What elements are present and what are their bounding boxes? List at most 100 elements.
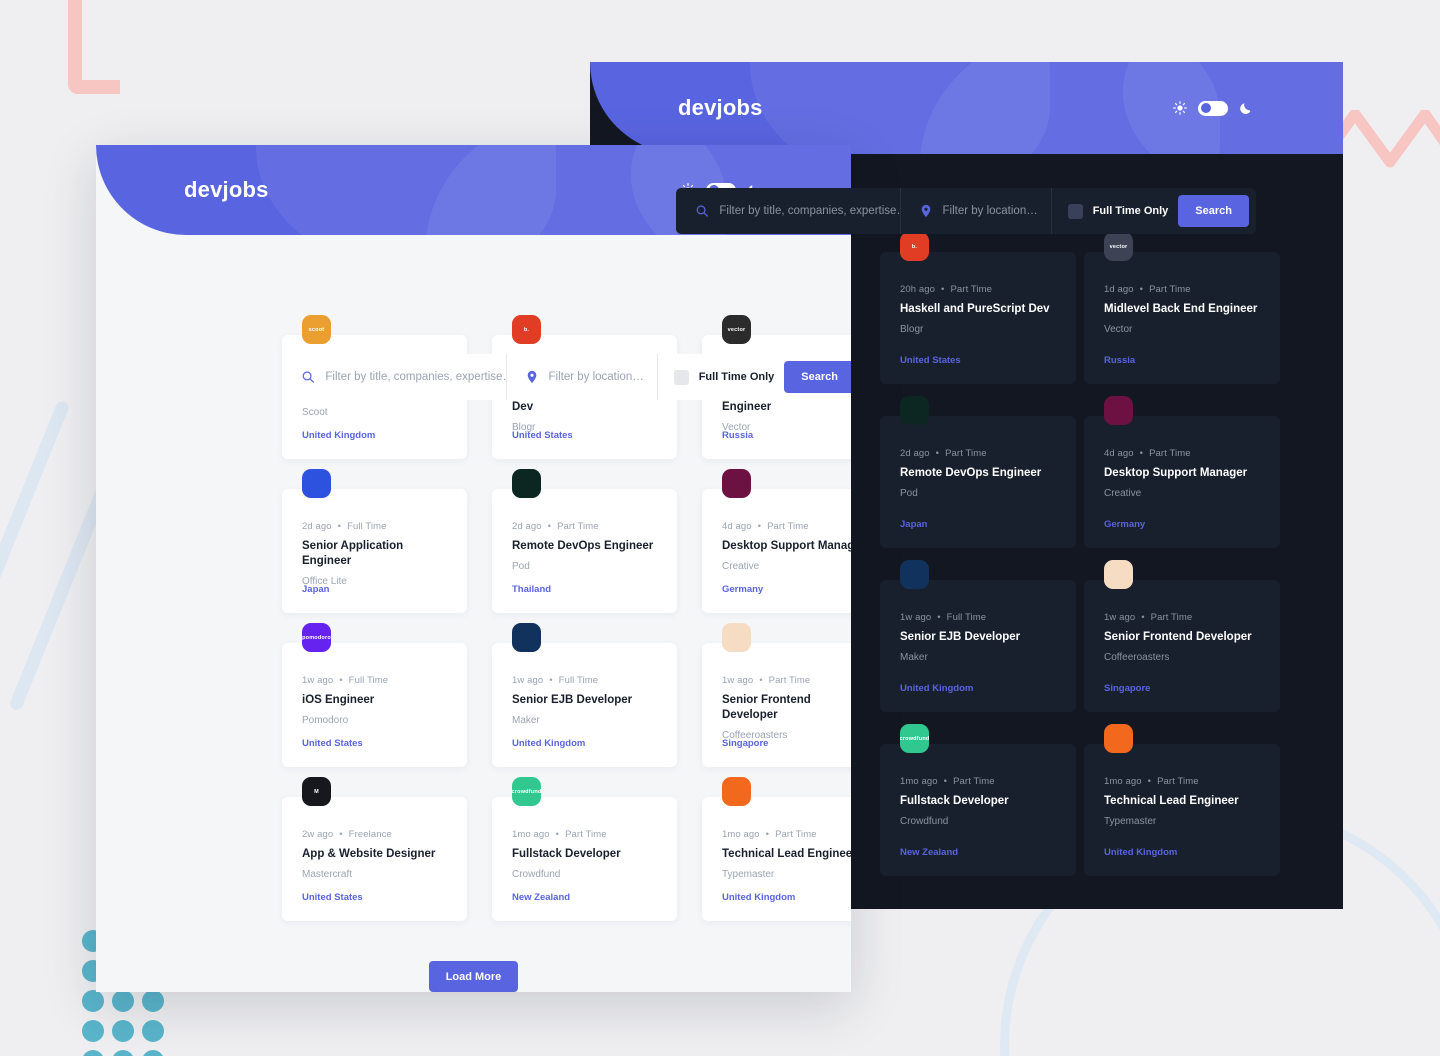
app-logo[interactable]: devjobs (184, 177, 269, 203)
job-card[interactable]: 2d ago • Full Time Senior Application Engin… (282, 469, 467, 613)
job-title[interactable]: Senior Frontend Developer (722, 693, 851, 723)
job-company: Coffeeroasters (1104, 651, 1170, 663)
company-logo-icon: scoot (302, 315, 331, 344)
fulltime-label: Full Time Only (698, 371, 775, 383)
job-meta: 1mo ago • Part Time (512, 829, 657, 840)
job-title[interactable]: Technical Lead Engineer (722, 847, 851, 862)
job-meta: 20h ago • Part Time (900, 284, 1056, 295)
job-type: Part Time (945, 448, 987, 459)
job-type: Full Time (946, 612, 987, 623)
job-title[interactable]: Desktop Support Manager (722, 539, 851, 554)
job-meta-separator: • (339, 675, 343, 686)
company-logo-icon (722, 469, 751, 498)
job-company: Creative (722, 560, 760, 572)
job-title[interactable]: Senior EJB Developer (512, 693, 657, 708)
job-meta: 2w ago • Freelance (302, 829, 447, 840)
job-meta-separator: • (937, 612, 941, 623)
job-type: Part Time (1149, 284, 1191, 295)
job-title[interactable]: Midlevel Back End Engineer (1104, 302, 1260, 317)
job-meta-separator: • (1139, 448, 1144, 459)
job-card[interactable]: 1mo ago • Part Time Technical Lead Engineer… (702, 777, 851, 921)
job-type: Part Time (1149, 448, 1191, 459)
job-meta-separator: • (1141, 612, 1145, 623)
load-more-button[interactable]: Load More (428, 961, 519, 992)
theme-toggle-group[interactable] (1173, 100, 1253, 116)
job-location: Singapore (1104, 683, 1151, 694)
job-card[interactable]: crowdfund 1mo ago • Part Time Fullstack Deve… (492, 777, 677, 921)
job-card[interactable]: 2d ago • Part Time Remote DevOps Engineer Po… (492, 469, 677, 613)
search-location-input[interactable] (548, 371, 657, 383)
search-title-segment[interactable] (676, 188, 902, 234)
job-meta: 1w ago • Full Time (900, 612, 1056, 623)
job-meta: 2d ago • Part Time (900, 448, 1056, 459)
job-card[interactable]: pomodoro 1w ago • Full Time iOS Engineer Pomo… (282, 623, 467, 767)
job-title[interactable]: Remote DevOps Engineer (900, 466, 1056, 481)
job-title[interactable]: Desktop Support Manager (1104, 466, 1260, 481)
job-meta-separator: • (941, 284, 945, 295)
company-logo-icon (722, 623, 751, 652)
job-card[interactable]: vector 1d ago • Part Time Midlevel Back End … (1084, 232, 1280, 384)
job-posted: 1mo ago (512, 829, 550, 840)
job-title[interactable]: Senior EJB Developer (900, 630, 1056, 645)
job-meta: 1w ago • Full Time (302, 675, 447, 686)
job-card[interactable]: 1mo ago • Part Time Technical Lead Engineer… (1084, 724, 1280, 876)
theme-toggle-switch[interactable] (1198, 100, 1228, 116)
job-company: Creative (1104, 487, 1142, 499)
job-meta-separator: • (765, 829, 770, 840)
job-location: United Kingdom (512, 738, 586, 749)
job-meta: 2d ago • Part Time (512, 521, 657, 532)
job-title[interactable]: Technical Lead Engineer (1104, 794, 1260, 809)
job-card[interactable]: crowdfund 1mo ago • Part Time Fullstack Deve… (880, 724, 1076, 876)
job-card[interactable]: 1w ago • Part Time Senior Frontend Develope… (702, 623, 851, 767)
light-search-bar: Full Time Only Search (282, 354, 851, 400)
job-card[interactable]: b. 20h ago • Part Time Haskell and PureScrip… (880, 232, 1076, 384)
fulltime-checkbox[interactable] (673, 369, 689, 385)
job-title[interactable]: iOS Engineer (302, 693, 447, 708)
job-type: Full Time (348, 675, 389, 686)
light-job-grid: scoot5h ago•Full TimeSenior Software Eng… (96, 235, 851, 921)
job-type: Part Time (557, 521, 599, 532)
job-location: United States (900, 355, 961, 366)
job-company: Blogr (900, 323, 924, 335)
job-title[interactable]: Haskell and PureScript Dev (900, 302, 1056, 317)
search-location-input[interactable] (942, 205, 1051, 217)
job-posted: 2d ago (512, 521, 542, 532)
search-button[interactable]: Search (784, 361, 851, 393)
job-company: Pod (512, 560, 530, 572)
job-card[interactable]: 1w ago • Part Time Senior Frontend Develope… (1084, 560, 1280, 712)
job-title[interactable]: Remote DevOps Engineer (512, 539, 657, 554)
job-title[interactable]: App & Website Designer (302, 847, 447, 862)
job-title[interactable]: Fullstack Developer (512, 847, 657, 862)
fulltime-label: Full Time Only (1092, 205, 1169, 217)
light-theme-panel: devjobs Filter by title, companies, expe… (96, 145, 851, 992)
job-card[interactable]: 1w ago • Full Time Senior EJB Developer Make… (880, 560, 1076, 712)
search-title-input[interactable] (325, 371, 507, 383)
job-card[interactable]: M 2w ago • Freelance App & Website Designer M… (282, 777, 467, 921)
company-logo-icon: vector (1104, 232, 1133, 261)
job-card[interactable]: 1w ago • Full Time Senior EJB Developer Make… (492, 623, 677, 767)
job-meta-separator: • (1147, 776, 1152, 787)
job-location: Germany (1104, 519, 1146, 530)
job-title[interactable]: Senior Application Engineer (302, 539, 447, 569)
job-title[interactable]: Fullstack Developer (900, 794, 1056, 809)
job-company: Maker (900, 651, 928, 663)
job-meta: 1mo ago • Part Time (900, 776, 1056, 787)
fulltime-checkbox[interactable] (1067, 203, 1083, 219)
search-button[interactable]: Search (1178, 195, 1249, 227)
job-card[interactable]: 4d ago • Part Time Desktop Support Manager C… (702, 469, 851, 613)
job-posted: 2d ago (302, 521, 332, 532)
job-company: Scoot (302, 406, 328, 418)
search-location-segment[interactable] (901, 188, 1052, 234)
job-location: Germany (722, 584, 764, 595)
job-company: Maker (512, 714, 540, 726)
search-title-input[interactable] (719, 205, 901, 217)
job-posted: 1d ago (1104, 284, 1134, 295)
search-location-segment[interactable] (507, 354, 658, 400)
search-title-segment[interactable] (282, 354, 508, 400)
job-location: United Kingdom (722, 892, 796, 903)
job-type: Full Time (347, 521, 387, 532)
job-card[interactable]: 2d ago • Part Time Remote DevOps Engineer Po… (880, 396, 1076, 548)
job-card[interactable]: 4d ago • Part Time Desktop Support Manager C… (1084, 396, 1280, 548)
app-logo[interactable]: devjobs (678, 95, 763, 121)
job-title[interactable]: Senior Frontend Developer (1104, 630, 1260, 645)
